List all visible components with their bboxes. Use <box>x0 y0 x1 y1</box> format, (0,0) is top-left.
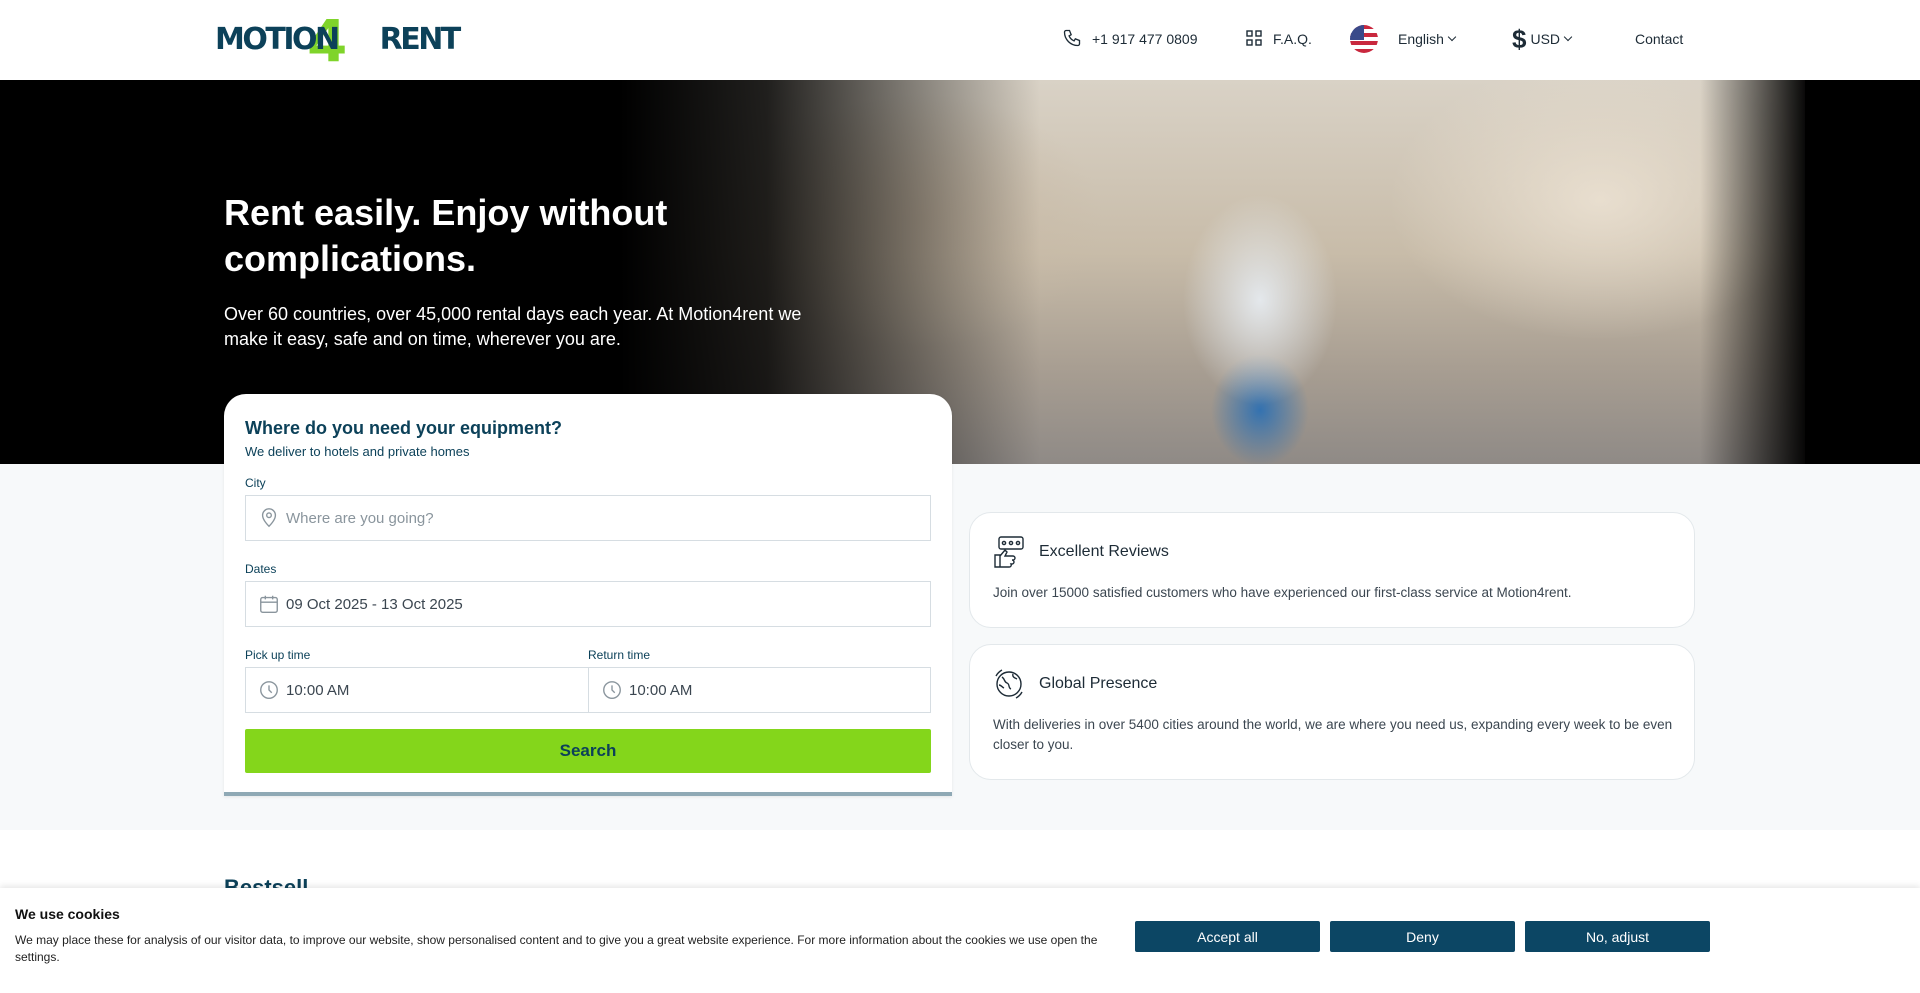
reviews-icon <box>993 535 1025 574</box>
globe-icon <box>993 667 1025 706</box>
hero-subtitle: Over 60 countries, over 45,000 rental da… <box>224 304 802 349</box>
contact-link[interactable]: Contact <box>1635 24 1683 54</box>
feature-title: Excellent Reviews <box>1039 543 1169 560</box>
clock-icon <box>258 679 280 701</box>
search-card: Where do you need your equipment? We del… <box>224 394 952 796</box>
cookie-text: We may place these for analysis of our v… <box>15 933 1098 964</box>
currency-selector[interactable]: $ USD <box>1512 24 1573 54</box>
clock-icon <box>601 679 623 701</box>
feature-text: With deliveries in over 5400 cities arou… <box>993 717 1673 752</box>
feature-card-global: Global Presence With deliveries in over … <box>969 644 1695 780</box>
feature-card-reviews: Excellent Reviews Join over 15000 satisf… <box>969 512 1695 628</box>
language-label: English <box>1398 31 1444 47</box>
hero-title: Rent easily. Enjoy without complications… <box>224 192 668 279</box>
language-selector[interactable]: English <box>1350 24 1457 54</box>
chevron-down-icon <box>1447 32 1457 42</box>
currency-label: USD <box>1530 31 1561 47</box>
logo[interactable]: 4 MOTION RENT <box>215 12 461 78</box>
dates-label: Dates <box>245 562 277 576</box>
pickup-label: Pick up time <box>245 648 311 662</box>
faq-link[interactable]: F.A.Q. <box>1245 24 1312 54</box>
dates-input[interactable]: 09 Oct 2025 - 13 Oct 2025 <box>245 581 931 627</box>
adjust-button[interactable]: No, adjust <box>1525 921 1710 952</box>
city-placeholder: Where are you going? <box>286 509 434 527</box>
search-subtitle: We deliver to hotels and private homes <box>245 444 470 459</box>
dates-value: 09 Oct 2025 - 13 Oct 2025 <box>286 595 463 613</box>
calendar-icon <box>258 593 280 615</box>
phone-icon <box>1062 28 1082 51</box>
phone-link[interactable]: +1 917 477 0809 <box>1062 24 1198 54</box>
search-button[interactable]: Search <box>245 729 931 773</box>
search-title: Where do you need your equipment? <box>245 418 563 438</box>
accept-all-button[interactable]: Accept all <box>1135 921 1320 952</box>
city-input[interactable]: Where are you going? <box>245 495 931 541</box>
site-header: 4 MOTION RENT +1 917 477 0809 F.A.Q. Engl… <box>0 0 1920 80</box>
grid-icon <box>1245 29 1263 50</box>
cookie-banner: We use cookies We may place these for an… <box>0 888 1920 993</box>
pickup-time-select[interactable]: 10:00 AM <box>245 667 589 713</box>
feature-title: Global Presence <box>1039 675 1158 692</box>
deny-button[interactable]: Deny <box>1330 921 1515 952</box>
faq-label: F.A.Q. <box>1273 31 1312 47</box>
cookie-title: We use cookies <box>15 906 120 922</box>
hero-fade-right <box>1700 80 1810 464</box>
map-pin-icon <box>258 507 280 529</box>
return-time-select[interactable]: 10:00 AM <box>588 667 931 713</box>
dollar-icon: $ <box>1512 24 1527 54</box>
us-flag-icon <box>1350 25 1378 53</box>
chevron-down-icon <box>1563 32 1573 42</box>
pickup-value: 10:00 AM <box>286 681 350 699</box>
return-label: Return time <box>588 648 651 662</box>
feature-text: Join over 15000 satisfied customers who … <box>993 585 1572 600</box>
logo-wordmark: MOTION RENT <box>215 22 461 57</box>
city-label: City <box>245 476 266 490</box>
phone-number: +1 917 477 0809 <box>1092 31 1198 47</box>
return-value: 10:00 AM <box>629 681 693 699</box>
